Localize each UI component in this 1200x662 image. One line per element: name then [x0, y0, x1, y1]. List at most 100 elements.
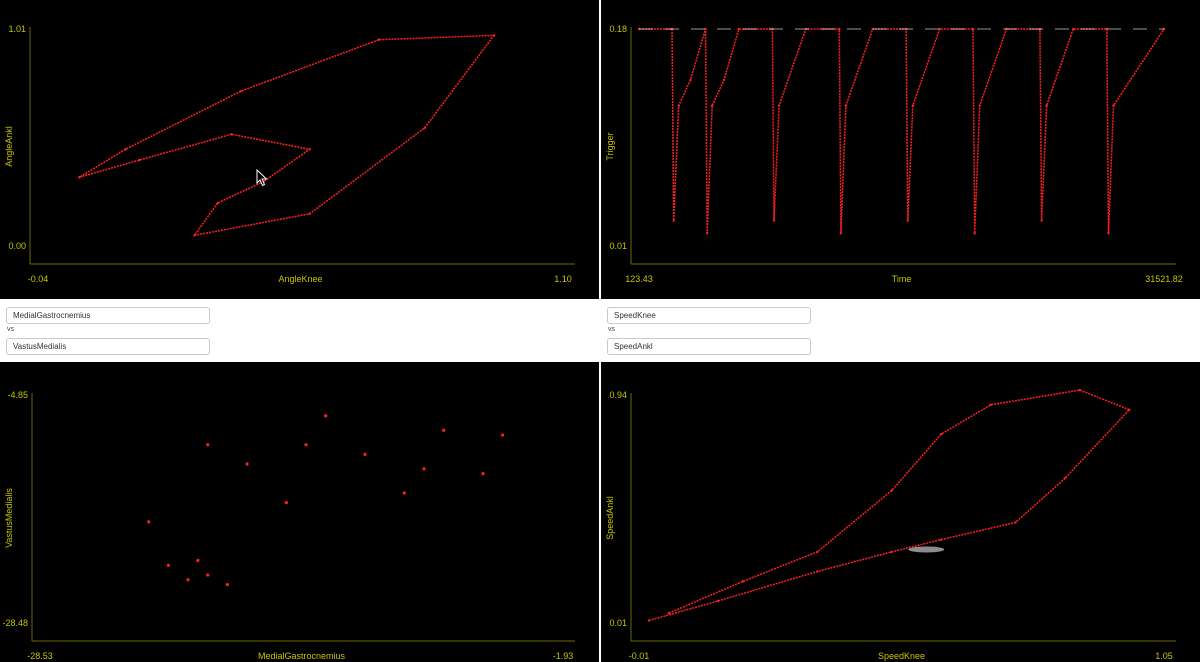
data-point: [741, 580, 745, 583]
data-point: [839, 232, 843, 235]
x-tick-min: -0.04: [28, 274, 49, 284]
x-variable-input[interactable]: [6, 307, 210, 324]
data-point: [1014, 521, 1017, 524]
data-point: [890, 489, 893, 492]
y-tick-max: 0.18: [609, 24, 627, 34]
x-axis-title: AngleKnee: [278, 274, 322, 284]
y-tick-min: 0.01: [609, 241, 627, 251]
data-point: [196, 558, 200, 563]
data-point: [978, 104, 981, 107]
controls-right: vs: [601, 299, 1200, 362]
y-tick-min: -28.48: [2, 618, 28, 628]
series-line: [648, 389, 1131, 622]
chart-1-svg: 0.01 0.18 123.43 31521.82 Time Trigger: [605, 24, 1183, 284]
y-axis-title: Trigger: [605, 132, 615, 160]
data-point: [481, 472, 485, 476]
chart-angle-knee-vs-ankl: 0.00 1.01 -0.04 1.10 AngleKnee AngleAnkl: [0, 0, 599, 299]
data-point: [710, 104, 714, 107]
chart-3-svg: 0.01 0.94 -0.01 1.05 SpeedKnee SpeedAnkl: [605, 388, 1176, 661]
vs-label: vs: [7, 326, 14, 333]
data-point: [442, 428, 446, 432]
data-point: [308, 148, 311, 151]
data-point: [973, 232, 976, 235]
data-point: [324, 414, 328, 418]
y-tick-max: 1.01: [8, 24, 26, 34]
dense-core-highlight: [908, 546, 945, 553]
data-point: [816, 570, 819, 573]
data-point: [989, 403, 992, 407]
y-axis-title: SpeedAnkl: [605, 496, 615, 540]
data-point: [1078, 388, 1082, 392]
y-variable-input[interactable]: [607, 338, 811, 355]
data-point: [206, 443, 210, 447]
data-point: [166, 563, 170, 567]
data-point: [423, 126, 427, 130]
data-point: [722, 78, 726, 82]
chart-speedknee-vs-speedankl: 0.01 0.94 -0.01 1.05 SpeedKnee SpeedAnkl: [601, 363, 1200, 662]
data-point: [737, 27, 741, 31]
data-point: [890, 550, 893, 554]
x-tick-min: 123.43: [625, 274, 653, 284]
data-point: [705, 232, 709, 235]
data-point: [1045, 104, 1048, 107]
x-tick-max: -1.93: [553, 651, 574, 661]
data-point: [501, 433, 505, 437]
data-point: [772, 219, 776, 222]
data-point: [816, 550, 819, 554]
data-point: [1112, 104, 1115, 107]
data-point: [1040, 219, 1043, 222]
y-variable-input[interactable]: [6, 338, 210, 355]
y-axis-title: VastusMedialis: [4, 488, 14, 548]
data-point: [939, 433, 943, 436]
series-line: [79, 34, 496, 237]
data-point: [147, 520, 151, 524]
x-tick-min: -28.53: [27, 651, 53, 661]
data-point: [78, 176, 81, 179]
data-point: [1128, 408, 1131, 411]
controls-left: vs: [0, 299, 599, 362]
data-point: [939, 538, 943, 541]
mouse-cursor-icon: [256, 169, 268, 187]
data-point: [193, 234, 196, 237]
data-point: [1072, 27, 1075, 31]
y-tick-min: 0.00: [8, 241, 26, 251]
y-axis-title: AngleAnkl: [4, 126, 14, 167]
vs-label: vs: [608, 326, 615, 333]
x-axis-title: SpeedKnee: [878, 651, 925, 661]
data-point: [1107, 232, 1110, 235]
x-variable-input[interactable]: [607, 307, 811, 324]
data-point: [124, 148, 127, 151]
data-point: [844, 104, 848, 107]
data-point: [777, 104, 781, 107]
data-point: [906, 219, 910, 222]
data-point: [363, 452, 367, 456]
x-axis-title: Time: [892, 274, 912, 284]
x-tick-max: 1.05: [1155, 651, 1173, 661]
data-point: [689, 78, 692, 82]
x-tick-min: -0.01: [629, 651, 650, 661]
chart-time-vs-trigger: 0.01 0.18 123.43 31521.82 Time Trigger: [601, 0, 1200, 299]
y-tick-max: -4.85: [7, 390, 28, 400]
data-point: [304, 443, 308, 447]
y-tick-min: 0.01: [609, 618, 627, 628]
data-point: [216, 201, 219, 205]
data-point: [492, 34, 496, 37]
data-point: [838, 27, 841, 31]
data-point: [239, 90, 242, 93]
chart-medial-vs-vastus: -28.48 -4.85 -28.53 -1.93 MedialGastrocnemiu…: [0, 363, 599, 662]
data-point: [717, 599, 720, 603]
data-point: [206, 573, 210, 577]
data-point: [911, 104, 915, 107]
data-point: [402, 491, 406, 495]
data-point: [377, 38, 380, 41]
chart-0-svg: 0.00 1.01 -0.04 1.10 AngleKnee AngleAnkl: [4, 24, 575, 284]
data-point: [647, 619, 651, 622]
y-tick-max: 0.94: [609, 390, 627, 400]
data-point: [308, 212, 311, 215]
panel-divider: [599, 0, 601, 662]
data-point: [672, 219, 675, 222]
chart-2-svg: -28.48 -4.85 -28.53 -1.93 MedialGastrocnemiu…: [2, 390, 575, 661]
x-axis-title: MedialGastrocnemius: [258, 651, 346, 661]
data-point: [1063, 477, 1067, 480]
data-point: [284, 500, 288, 505]
